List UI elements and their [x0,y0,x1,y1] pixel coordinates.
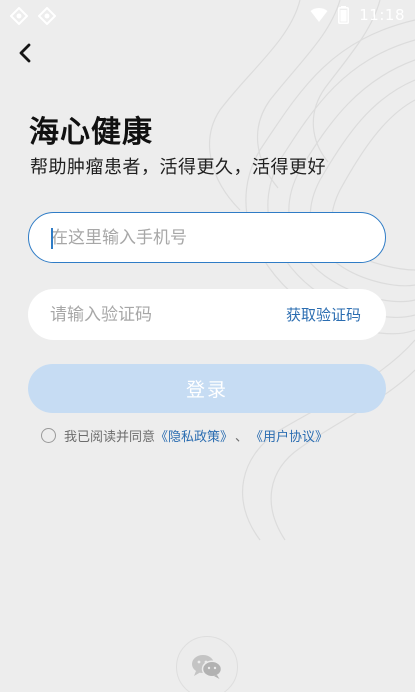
agreement-prefix: 我已阅读并同意 [64,429,156,445]
agreement-checkbox[interactable] [41,427,56,443]
status-time: 11:18 [359,6,405,24]
back-button[interactable] [12,40,38,66]
get-code-button[interactable]: 获取验证码 [286,304,361,325]
app-notification-icon [10,7,28,25]
chevron-left-icon [19,43,31,63]
agreement-separator: 、 [235,429,249,445]
background-pattern [209,0,415,541]
status-bar: 11:18 [0,0,415,32]
verification-code-input[interactable] [28,289,258,340]
wechat-login-button[interactable] [176,636,238,692]
privacy-policy-link[interactable]: 《隐私政策》 [155,426,233,445]
app-notification-icon [38,7,56,25]
wifi-icon [310,8,328,22]
page-title: 海心健康 [29,115,153,150]
phone-input[interactable] [28,212,386,263]
battery-icon [338,6,350,24]
wechat-icon [192,655,223,679]
verification-code-field: 获取验证码 [28,289,386,340]
user-agreement-link[interactable]: 《用户协议》 [250,426,328,445]
agreement-row: 我已阅读并同意 《隐私政策》 、 《用户协议》 [41,425,328,445]
login-button[interactable]: 登录 [28,364,386,413]
text-cursor [51,228,53,249]
page-subtitle: 帮助肿瘤患者，活得更久，活得更好 [30,157,326,178]
